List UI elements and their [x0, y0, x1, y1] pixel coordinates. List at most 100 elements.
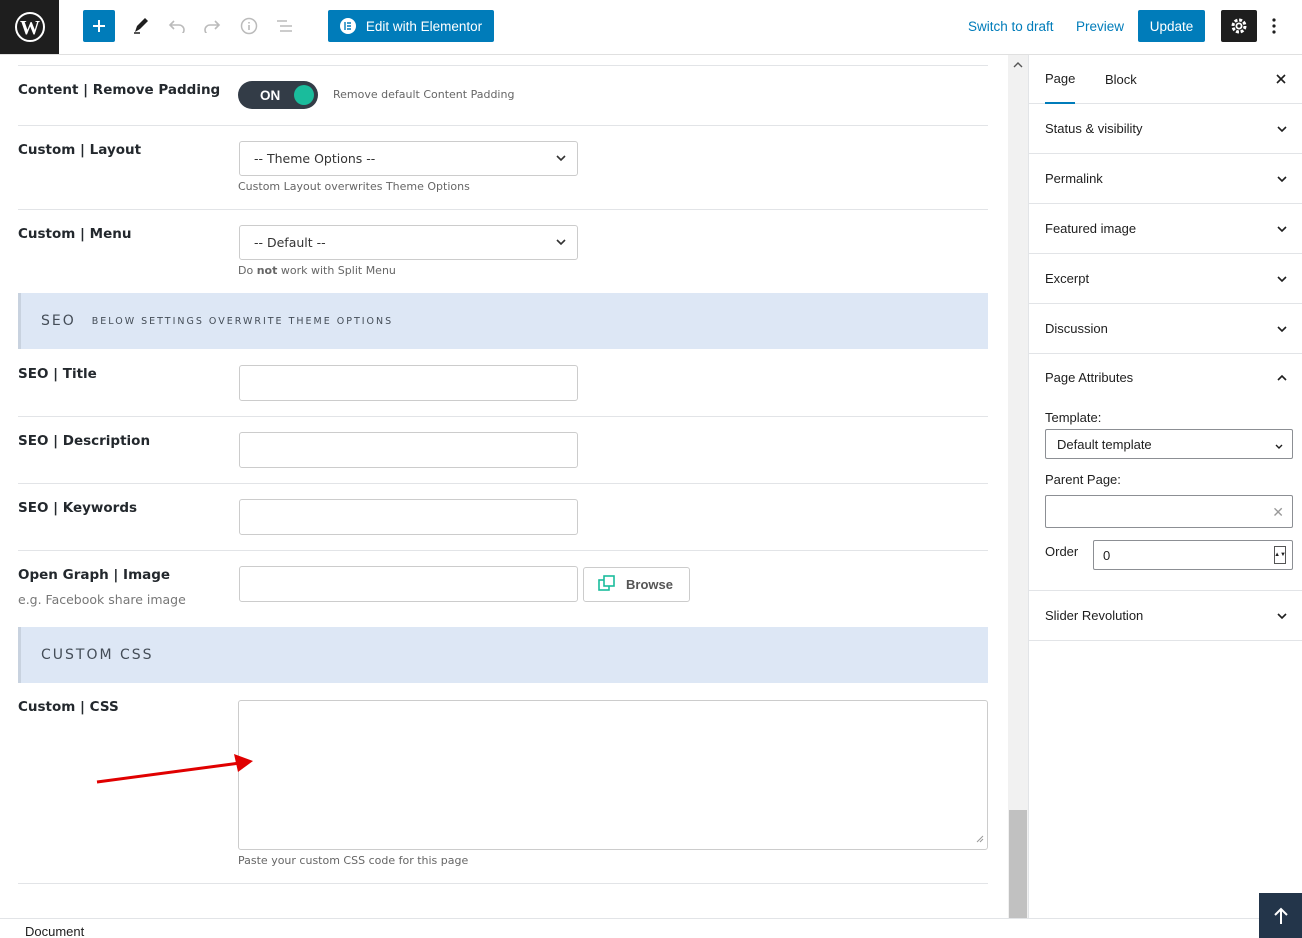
- seo-keywords-label: SEO | Keywords: [18, 500, 138, 516]
- row-divider: [18, 55, 988, 66]
- custom-css-section-title: CUSTOM CSS: [41, 647, 154, 663]
- content-scrollbar[interactable]: [1008, 55, 1028, 918]
- switch-to-draft-button[interactable]: Switch to draft: [968, 10, 1054, 42]
- seo-title-label: SEO | Title: [18, 366, 97, 382]
- order-value: 0: [1103, 547, 1111, 563]
- panel-slider-revolution[interactable]: Slider Revolution: [1029, 591, 1302, 641]
- panel-excerpt[interactable]: Excerpt: [1029, 254, 1302, 304]
- custom-layout-row: Custom | Layout -- Theme Options -- Cust…: [18, 126, 988, 210]
- chevron-down-icon: [555, 236, 567, 251]
- close-icon[interactable]: [1272, 70, 1290, 88]
- panel-permalink[interactable]: Permalink: [1029, 154, 1302, 204]
- browse-button[interactable]: Browse: [583, 567, 690, 602]
- settings-gear-icon[interactable]: [1221, 10, 1257, 42]
- panel-label: Discussion: [1045, 321, 1108, 336]
- chevron-down-icon: [1276, 123, 1288, 138]
- custom-css-label: Custom | CSS: [18, 699, 119, 715]
- panel-page-attributes: Page Attributes Template: Default templa…: [1029, 354, 1302, 591]
- remove-padding-row: Content | Remove Padding ON Remove defau…: [18, 66, 988, 126]
- scroll-up-icon[interactable]: [1008, 55, 1028, 75]
- seo-title-row: SEO | Title: [18, 349, 988, 417]
- number-spinner-icon[interactable]: ▲▼: [1274, 546, 1286, 564]
- update-button[interactable]: Update: [1138, 10, 1205, 42]
- scroll-to-top-button[interactable]: [1259, 893, 1302, 938]
- template-value: Default template: [1057, 436, 1152, 452]
- panel-status-visibility[interactable]: Status & visibility: [1029, 104, 1302, 154]
- chevron-up-icon[interactable]: [1276, 372, 1288, 387]
- seo-section-header: SEO BELOW SETTINGS OVERWRITE THEME OPTIO…: [18, 293, 988, 349]
- seo-description-row: SEO | Description: [18, 417, 988, 484]
- og-image-row: Open Graph | Image e.g. Facebook share i…: [18, 551, 988, 627]
- resize-handle-icon[interactable]: [975, 831, 984, 846]
- info-icon[interactable]: [235, 10, 263, 42]
- editor-toolbar: W Edit with Elementor Switch to draft Pr…: [0, 0, 1302, 55]
- browse-label: Browse: [626, 577, 673, 592]
- custom-css-section-header: CUSTOM CSS: [18, 627, 988, 683]
- og-image-sublabel: e.g. Facebook share image: [18, 592, 186, 607]
- browse-icon: [598, 575, 616, 594]
- elementor-label: Edit with Elementor: [365, 18, 483, 34]
- template-select[interactable]: Default template: [1045, 429, 1293, 459]
- more-options-icon[interactable]: [1262, 10, 1286, 42]
- toggle-state: ON: [260, 87, 281, 103]
- parent-page-combobox[interactable]: ✕: [1045, 495, 1293, 528]
- chevron-down-icon: [555, 152, 567, 167]
- remove-padding-toggle[interactable]: ON: [238, 81, 318, 109]
- tab-page[interactable]: Page: [1045, 55, 1076, 104]
- custom-layout-select[interactable]: -- Theme Options --: [239, 141, 578, 176]
- custom-menu-value: -- Default --: [254, 235, 326, 250]
- chevron-down-icon: [1276, 610, 1288, 625]
- custom-menu-hint: Do not work with Split Menu: [238, 264, 396, 277]
- og-image-input[interactable]: [239, 566, 578, 602]
- seo-section-subtitle: BELOW SETTINGS OVERWRITE THEME OPTIONS: [91, 315, 394, 327]
- redo-icon[interactable]: [198, 10, 226, 42]
- wordpress-logo-icon[interactable]: W: [0, 0, 59, 54]
- custom-menu-label: Custom | Menu: [18, 226, 132, 242]
- sidebar-tabs: Page Block: [1029, 55, 1302, 104]
- edit-with-elementor-button[interactable]: Edit with Elementor: [328, 10, 494, 42]
- order-input[interactable]: 0 ▲▼: [1093, 540, 1293, 570]
- seo-title-input[interactable]: [239, 365, 578, 401]
- remove-padding-label: Content | Remove Padding: [18, 82, 221, 98]
- list-view-icon[interactable]: [271, 10, 299, 42]
- chevron-down-icon: [1276, 223, 1288, 238]
- tab-block[interactable]: Block: [1105, 55, 1137, 104]
- remove-padding-hint: Remove default Content Padding: [333, 88, 515, 101]
- edit-tool-icon[interactable]: [127, 10, 155, 42]
- breadcrumb-document[interactable]: Document: [25, 924, 84, 938]
- seo-section-title: SEO: [41, 313, 76, 329]
- custom-css-hint: Paste your custom CSS code for this page: [238, 854, 469, 867]
- custom-layout-label: Custom | Layout: [18, 142, 142, 158]
- page-attributes-title[interactable]: Page Attributes: [1045, 370, 1133, 385]
- seo-keywords-row: SEO | Keywords: [18, 484, 988, 551]
- clear-icon[interactable]: ✕: [1272, 504, 1284, 521]
- elementor-icon: [339, 18, 356, 34]
- panel-discussion[interactable]: Discussion: [1029, 304, 1302, 354]
- order-label: Order: [1045, 544, 1079, 559]
- seo-keywords-input[interactable]: [239, 499, 578, 535]
- panel-label: Permalink: [1045, 171, 1103, 186]
- chevron-down-icon: [1276, 173, 1288, 188]
- custom-menu-select[interactable]: -- Default --: [239, 225, 578, 260]
- scrollbar-thumb[interactable]: [1009, 810, 1027, 918]
- chevron-down-icon: [1274, 440, 1284, 455]
- custom-css-textarea[interactable]: [238, 700, 988, 850]
- parent-page-label: Parent Page:: [1045, 472, 1121, 487]
- panel-featured-image[interactable]: Featured image: [1029, 204, 1302, 254]
- meta-box-content: Content | Remove Padding ON Remove defau…: [0, 55, 1008, 918]
- custom-menu-hint-bold: not: [256, 264, 278, 277]
- custom-layout-hint: Custom Layout overwrites Theme Options: [238, 180, 470, 193]
- custom-layout-value: -- Theme Options --: [254, 151, 376, 166]
- custom-menu-row: Custom | Menu -- Default -- Do not work …: [18, 210, 988, 294]
- custom-menu-hint-post: work with Split Menu: [277, 264, 396, 277]
- editor-footer: Document: [0, 918, 1302, 938]
- add-block-button[interactable]: [83, 10, 115, 42]
- undo-icon[interactable]: [163, 10, 191, 42]
- seo-description-input[interactable]: [239, 432, 578, 468]
- svg-text:W: W: [20, 17, 40, 39]
- arrow-up-icon: [1273, 907, 1288, 924]
- panel-label: Slider Revolution: [1045, 608, 1144, 623]
- preview-button[interactable]: Preview: [1076, 10, 1124, 42]
- chevron-down-icon: [1276, 273, 1288, 288]
- template-label: Template:: [1045, 410, 1102, 425]
